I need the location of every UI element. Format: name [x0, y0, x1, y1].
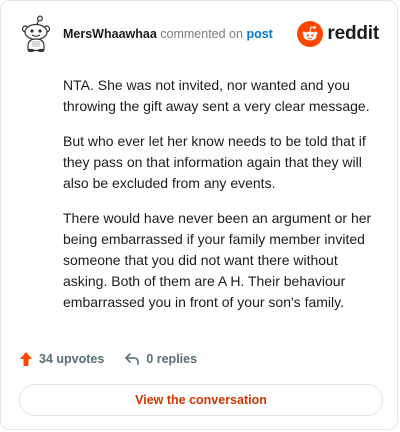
upvote-button[interactable]: 34 upvotes — [19, 351, 104, 367]
upvote-arrow-icon — [20, 352, 32, 366]
reply-arrow-icon — [125, 353, 140, 365]
post-link[interactable]: post — [246, 27, 272, 41]
comment-body: NTA. She was not invited, nor wanted and… — [63, 75, 383, 327]
view-conversation-button[interactable]: View the conversation — [19, 384, 383, 416]
comment-paragraph: NTA. She was not invited, nor wanted and… — [63, 77, 370, 114]
upvote-count: 34 upvotes — [39, 352, 105, 366]
reply-count: 0 replies — [146, 352, 198, 366]
comment-header: MersWhaawhaa commented on post reddit — [19, 15, 381, 55]
username-link[interactable]: MersWhaawhaa — [63, 27, 157, 41]
comment-paragraph: There would have never been an argument … — [63, 210, 372, 310]
reddit-brand[interactable]: reddit — [297, 21, 379, 47]
snoo-avatar-icon[interactable] — [19, 15, 53, 53]
commented-on-text: commented on — [160, 27, 243, 41]
comment-actions: 34 upvotes 0 replies — [19, 349, 217, 369]
reddit-wordmark: reddit — [327, 23, 379, 44]
reddit-logo-icon — [297, 21, 324, 47]
comment-meta: MersWhaawhaa commented on post — [63, 27, 273, 41]
comment-embed-card: MersWhaawhaa commented on post reddit NT… — [0, 0, 398, 430]
reply-button[interactable]: 0 replies — [124, 352, 197, 366]
comment-paragraph: But who ever let her know needs to be to… — [63, 133, 366, 191]
